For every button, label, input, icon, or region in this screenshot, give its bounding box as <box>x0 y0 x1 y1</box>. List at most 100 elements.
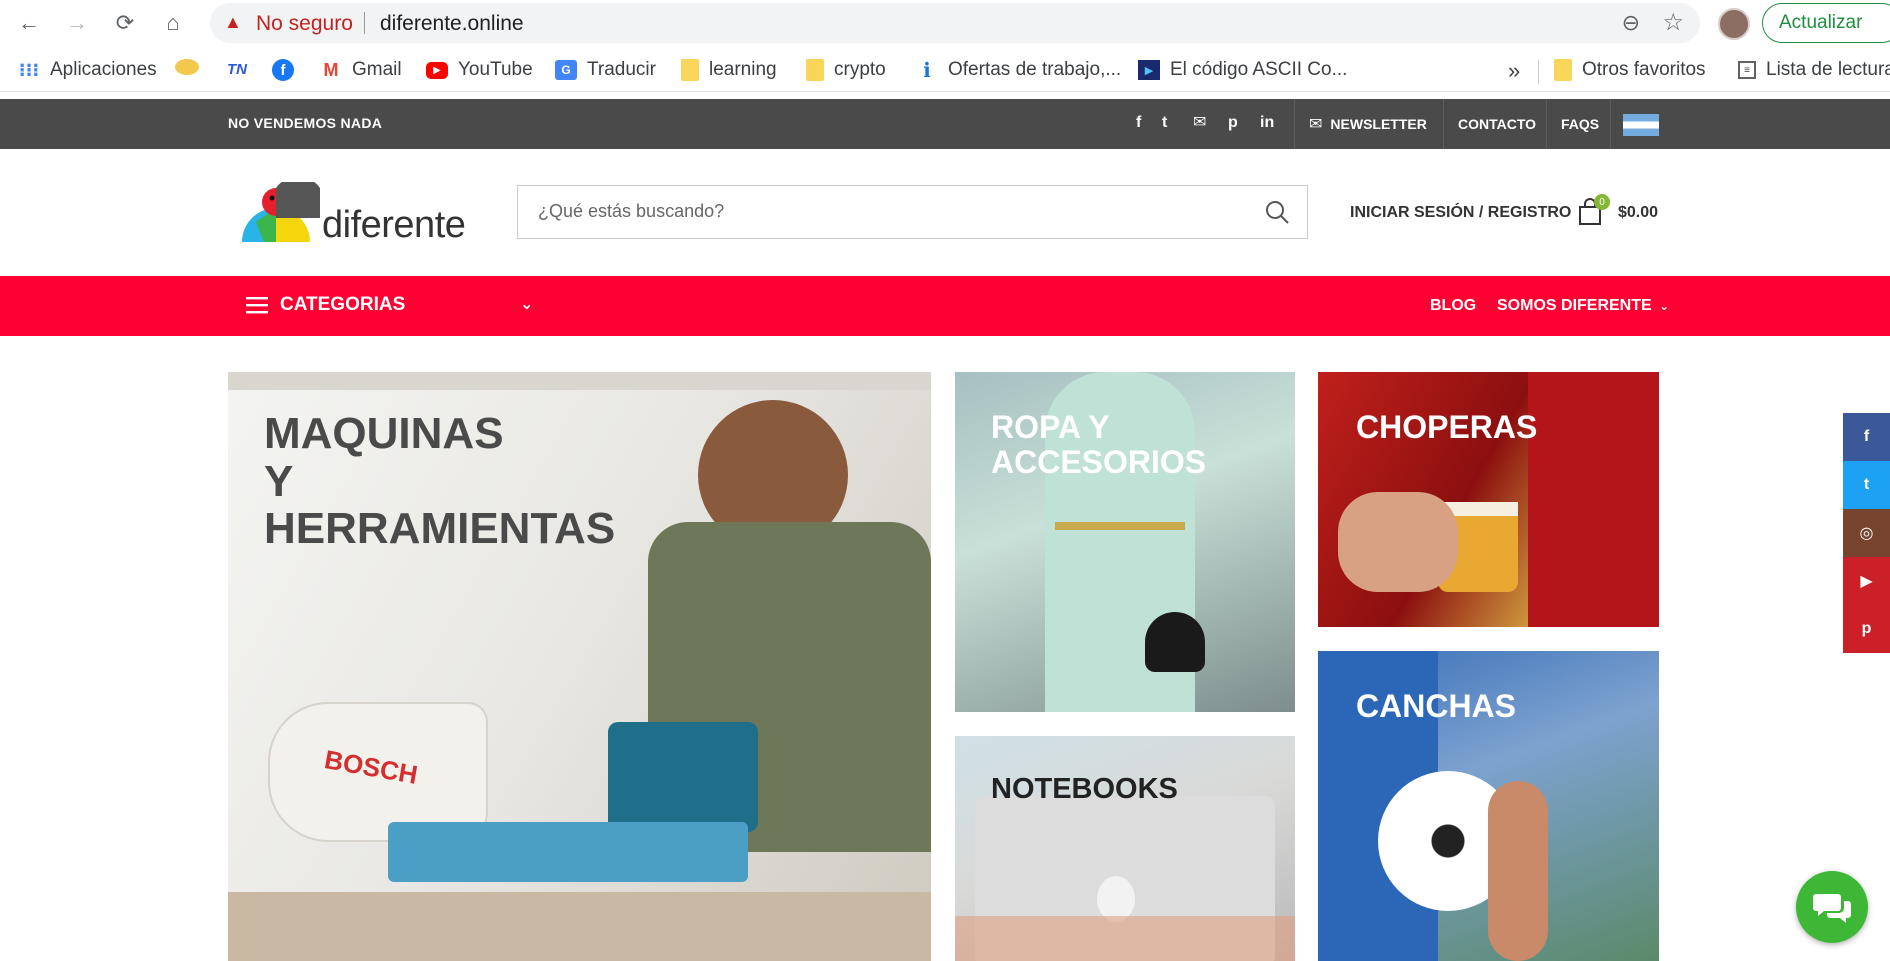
tile-choperas[interactable]: CHOPERAS <box>1318 372 1659 627</box>
side-instagram-icon[interactable]: ◎ <box>1843 509 1890 557</box>
bookmark-facebook[interactable]: f <box>272 59 304 81</box>
tile-title: NOTEBOOKS <box>991 773 1178 805</box>
job-icon: ℹ <box>923 59 931 82</box>
omnibox-divider <box>364 12 365 34</box>
bookmark-translate[interactable]: G Traducir <box>555 59 656 81</box>
cart-total[interactable]: $0.00 <box>1618 204 1658 222</box>
bookmark-label: Gmail <box>352 59 402 80</box>
translate-icon: G <box>555 60 577 80</box>
search-icon[interactable] <box>1263 198 1291 226</box>
somos-diferente-menu[interactable]: SOMOS DIFERENTE ⌄ <box>1497 297 1669 315</box>
bookmark-label: YouTube <box>458 59 533 80</box>
bookmark-apps[interactable]: ⁝⁝⁝ Aplicaciones <box>18 59 157 81</box>
chat-button[interactable] <box>1796 871 1868 943</box>
hamburger-icon[interactable] <box>246 296 268 314</box>
tagline: NO VENDEMOS NADA <box>228 115 383 131</box>
beer-tap-decoration <box>1528 372 1659 627</box>
email-icon[interactable]: ✉ <box>1193 112 1206 132</box>
search-input[interactable]: ¿Qué estás buscando? <box>517 185 1308 239</box>
categories-menu[interactable]: CATEGORIAS <box>280 294 405 316</box>
side-facebook-icon[interactable]: f <box>1843 413 1890 461</box>
profile-avatar[interactable] <box>1718 8 1750 40</box>
main-menu-bar: CATEGORIAS ⌄ BLOG SOMOS DIFERENTE ⌄ <box>0 276 1890 336</box>
tile-title: CHOPERAS <box>1356 409 1538 445</box>
tn-icon: TN <box>227 60 247 78</box>
chevron-down-icon[interactable]: ⌄ <box>520 294 533 314</box>
handbag-decoration <box>1145 612 1205 672</box>
tile-ropa-accesorios[interactable]: ROPA Y ACCESORIOS <box>955 372 1295 712</box>
newsletter-label: NEWSLETTER <box>1330 116 1427 132</box>
bookmark-other-favorites[interactable]: Otros favoritos <box>1554 59 1706 81</box>
bookmark-label: El código ASCII Co... <box>1170 59 1348 80</box>
search-placeholder: ¿Qué estás buscando? <box>538 201 725 221</box>
chevron-down-icon: ⌄ <box>1659 299 1670 313</box>
hand-decoration <box>1338 492 1458 592</box>
side-twitter-icon[interactable]: t <box>1843 461 1890 509</box>
bookmark-crypto[interactable]: crypto <box>806 59 886 81</box>
tile-title: MAQUINAS Y HERRAMIENTAS <box>264 409 616 554</box>
contact-link[interactable]: CONTACTO <box>1443 99 1546 149</box>
chain-belt-decoration <box>1055 522 1185 530</box>
chat-bubbles-icon <box>1813 894 1851 923</box>
bookmark-label: Ofertas de trabajo,... <box>948 59 1122 80</box>
tile-maquinas-herramientas[interactable]: BOSCH MAQUINAS Y HERRAMIENTAS <box>228 372 931 961</box>
facebook-icon: f <box>272 59 294 81</box>
parrot-logo-icon[interactable] <box>236 182 320 242</box>
address-bar[interactable]: ▲ No seguro diferente.online ⊖ ☆ <box>210 3 1700 43</box>
warning-icon: ▲ <box>224 12 242 32</box>
blog-link[interactable]: BLOG <box>1430 297 1476 315</box>
side-pinterest-icon[interactable]: p <box>1843 605 1890 653</box>
somos-diferente-label: SOMOS DIFERENTE <box>1497 297 1652 314</box>
bookmarks-bar: ⁝⁝⁝ Aplicaciones TN f M Gmail ▶ YouTube … <box>0 50 1890 92</box>
bookmark-sombrero[interactable] <box>175 59 209 75</box>
floor-decoration <box>228 892 931 961</box>
url-text[interactable]: diferente.online <box>380 12 524 36</box>
logo-text[interactable]: diferente <box>322 204 466 247</box>
bookmark-ascii[interactable]: ▶ El código ASCII Co... <box>1138 59 1347 81</box>
bookmark-jobs[interactable]: ℹ Ofertas de trabajo,... <box>916 59 1122 82</box>
faqs-link[interactable]: FAQS <box>1546 99 1610 149</box>
bookmark-learning[interactable]: learning <box>681 59 777 81</box>
cart-count-badge: 0 <box>1594 194 1610 210</box>
reload-icon[interactable]: ⟳ <box>110 8 140 38</box>
bookmark-youtube[interactable]: ▶ YouTube <box>426 59 533 81</box>
zoom-icon[interactable]: ⊖ <box>1622 10 1640 36</box>
sombrero-icon <box>175 59 199 75</box>
folder-icon <box>1554 59 1572 81</box>
bookmarks-divider <box>1538 60 1539 84</box>
linkedin-icon[interactable]: in <box>1260 114 1274 132</box>
ceiling-decoration <box>228 372 931 390</box>
forward-icon[interactable]: → <box>62 8 92 38</box>
bookmark-tn[interactable]: TN <box>226 59 258 79</box>
saw-handle-decoration <box>608 722 758 832</box>
hands-decoration <box>955 916 1295 961</box>
folder-icon <box>806 59 824 81</box>
bookmark-label: learning <box>709 59 777 80</box>
folder-icon <box>681 59 699 81</box>
site-topbar: NO VENDEMOS NADA f t ✉ p in ✉ NEWSLETTER… <box>0 99 1890 149</box>
back-icon[interactable]: ← <box>14 8 44 38</box>
tile-title: ROPA Y ACCESORIOS <box>991 409 1207 480</box>
bookmark-star-icon[interactable]: ☆ <box>1662 8 1684 37</box>
facebook-icon[interactable]: f <box>1136 114 1141 132</box>
pinterest-icon[interactable]: p <box>1228 114 1238 132</box>
reading-list-button[interactable]: ≡ Lista de lectura <box>1738 59 1890 81</box>
envelope-icon: ✉ <box>1309 116 1323 133</box>
newsletter-link[interactable]: ✉ NEWSLETTER <box>1294 99 1443 149</box>
bookmark-label: Aplicaciones <box>50 59 157 80</box>
more-bookmarks-button[interactable]: » <box>1508 58 1520 84</box>
ascii-icon: ▶ <box>1138 60 1160 80</box>
security-label[interactable]: No seguro <box>256 12 353 36</box>
update-button[interactable]: Actualizar <box>1762 3 1890 43</box>
home-icon[interactable]: ⌂ <box>158 8 188 38</box>
youtube-icon: ▶ <box>426 61 448 79</box>
bookmark-gmail[interactable]: M Gmail <box>320 59 402 81</box>
login-register-link[interactable]: INICIAR SESIÓN / REGISTRO <box>1350 204 1571 222</box>
reading-list-label: Lista de lectura <box>1766 59 1890 80</box>
side-youtube-icon[interactable]: ▶ <box>1843 557 1890 605</box>
tile-notebooks[interactable]: NOTEBOOKS <box>955 736 1295 961</box>
bookmark-label: Otros favoritos <box>1582 59 1706 80</box>
twitter-icon[interactable]: t <box>1162 114 1167 132</box>
tile-title: CANCHAS <box>1356 688 1516 724</box>
tile-canchas[interactable]: CANCHAS <box>1318 651 1659 961</box>
